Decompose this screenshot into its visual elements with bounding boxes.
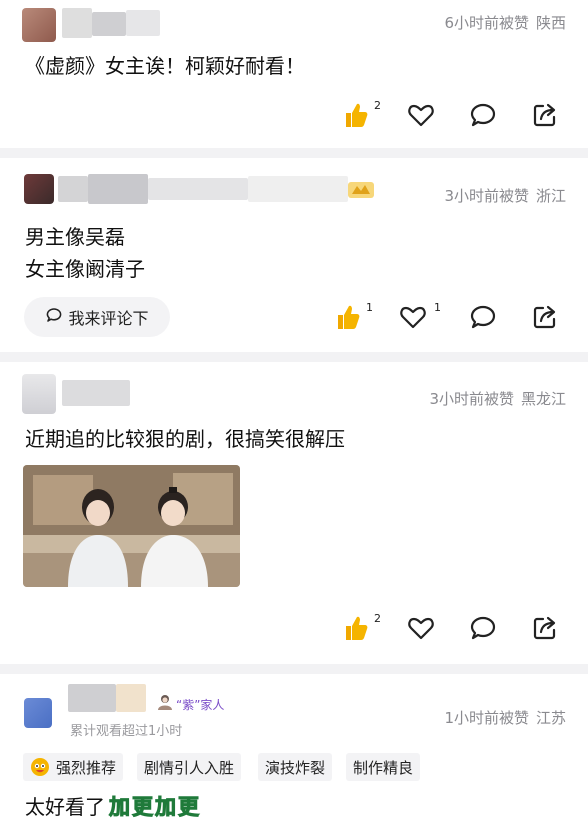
comment-bubble-icon <box>468 100 498 130</box>
heart-icon <box>406 100 436 130</box>
thumb-like-button[interactable]: 2 <box>340 95 381 135</box>
badge-avatar-icon <box>156 693 174 715</box>
thumbs-up-icon <box>340 613 370 643</box>
thumb-count: 1 <box>366 301 373 314</box>
badge-label: “紫”家人 <box>176 697 225 712</box>
like-button[interactable] <box>406 608 436 648</box>
heart-icon <box>406 613 436 643</box>
liked-time: 3小时前被赞 <box>444 187 529 205</box>
avatar[interactable] <box>24 174 54 204</box>
liked-time: 6小时前被赞 <box>444 14 529 32</box>
username-blurred[interactable] <box>68 684 146 712</box>
avatar[interactable] <box>24 698 52 728</box>
comment-button[interactable] <box>468 297 498 337</box>
share-button[interactable] <box>530 95 560 135</box>
tag-acting: 演技炸裂 <box>258 753 333 781</box>
tag-plot: 剧情引人入胜 <box>137 753 242 781</box>
thumb-like-button[interactable]: 2 <box>340 608 381 648</box>
comment-text: 《虚颜》女主诶！柯颖好耐看！ <box>25 54 305 78</box>
level-badge-icon <box>348 182 374 198</box>
comment-button[interactable] <box>468 95 498 135</box>
thumb-count: 2 <box>374 99 381 112</box>
comment-actions: 1 1 <box>0 297 588 337</box>
comment-meta: 3小时前被赞 浙江 <box>444 185 566 206</box>
watch-info: 累计观看超过1小时 <box>70 724 183 739</box>
thumb-like-button[interactable]: 1 <box>332 297 373 337</box>
share-icon <box>530 100 560 130</box>
tag-production: 制作精良 <box>346 753 421 781</box>
username-blurred[interactable] <box>62 8 160 38</box>
location: 黑龙江 <box>520 390 566 408</box>
fan-badge[interactable]: “紫”家人 <box>156 694 224 714</box>
comment-actions: 2 <box>0 95 588 135</box>
share-icon <box>530 613 560 643</box>
like-button[interactable]: 1 <box>398 297 441 337</box>
comment-bubble-icon <box>468 302 498 332</box>
heart-count: 1 <box>434 301 441 314</box>
comment-meta: 3小时前被赞 黑龙江 <box>429 388 566 409</box>
comment-card-2: 3小时前被赞 浙江 男主像吴磊 女主像阚清子 我来评论下 1 1 <box>0 158 588 352</box>
comment-text: 太好看了 加更加更 <box>25 792 201 822</box>
comment-bubble-icon <box>468 613 498 643</box>
recommend-tag: 强烈推荐 <box>23 753 124 781</box>
avatar[interactable] <box>22 8 56 42</box>
heart-icon <box>398 302 428 332</box>
comment-meta: 1小时前被赞 江苏 <box>444 707 566 728</box>
avatar[interactable] <box>22 374 56 414</box>
comment-card-1: 6小时前被赞 陕西 《虚颜》女主诶！柯颖好耐看！ 2 <box>0 0 588 148</box>
share-icon <box>530 302 560 332</box>
username-blurred[interactable] <box>62 380 130 406</box>
location: 江苏 <box>535 709 566 727</box>
thumb-count: 2 <box>374 612 381 625</box>
location: 浙江 <box>535 187 566 205</box>
thumbs-up-icon <box>340 100 370 130</box>
comment-card-3: 3小时前被赞 黑龙江 近期追的比较狠的剧，很搞笑很解压 2 <box>0 362 588 664</box>
emoji-icon <box>30 757 50 777</box>
liked-time: 1小时前被赞 <box>444 709 529 727</box>
comment-button[interactable] <box>468 608 498 648</box>
location: 陕西 <box>535 14 566 32</box>
comment-actions: 2 <box>0 608 588 648</box>
share-button[interactable] <box>530 297 560 337</box>
liked-time: 3小时前被赞 <box>429 390 514 408</box>
like-button[interactable] <box>406 95 436 135</box>
comment-text: 近期追的比较狠的剧，很搞笑很解压 <box>25 427 345 451</box>
share-button[interactable] <box>530 608 560 648</box>
attached-photo[interactable] <box>23 465 240 587</box>
thumbs-up-icon <box>332 302 362 332</box>
comment-meta: 6小时前被赞 陕西 <box>444 12 566 33</box>
username-blurred[interactable] <box>58 174 348 204</box>
sticker-text: 加更加更 <box>109 795 201 820</box>
comment-text: 男主像吴磊 女主像阚清子 <box>25 225 145 281</box>
